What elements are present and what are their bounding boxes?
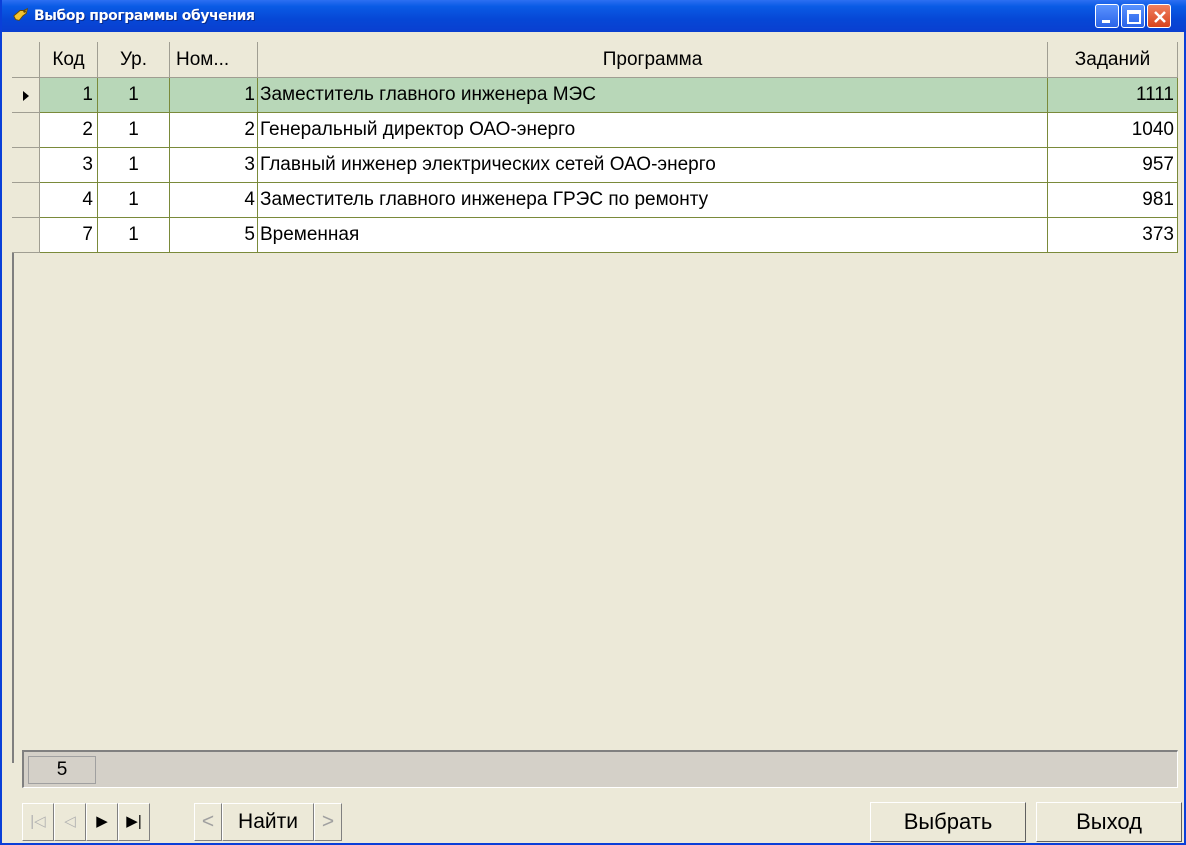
last-record-button[interactable]: ▶| (118, 803, 150, 841)
find-prev-icon: < (201, 810, 215, 833)
cell-program[interactable]: Генеральный директор ОАО-энерго (258, 113, 1048, 148)
cell-kod[interactable]: 3 (40, 148, 98, 183)
cell-number[interactable]: 2 (170, 113, 258, 148)
cell-number[interactable]: 5 (170, 218, 258, 253)
column-header-kod[interactable]: Код (40, 42, 98, 78)
column-header-program[interactable]: Программа (258, 42, 1048, 78)
grid-header: Код Ур. Ном... Программа Заданий (12, 42, 1178, 78)
find-next-button[interactable]: > (314, 803, 342, 841)
prev-record-button[interactable]: ◁ (54, 803, 86, 841)
row-indicator (12, 218, 40, 253)
close-icon (1154, 11, 1166, 23)
prev-record-icon: ◁ (64, 813, 76, 830)
cell-kod[interactable]: 2 (40, 113, 98, 148)
exit-label: Выход (1076, 809, 1142, 834)
cell-number[interactable]: 3 (170, 148, 258, 183)
cell-program[interactable]: Главный инженер электрических сетей ОАО-… (258, 148, 1048, 183)
first-record-icon: |◁ (30, 813, 46, 830)
cell-level[interactable]: 1 (98, 218, 170, 253)
exit-button[interactable]: Выход (1036, 802, 1182, 842)
cell-level[interactable]: 1 (98, 78, 170, 113)
cell-kod[interactable]: 1 (40, 78, 98, 113)
cell-kod[interactable]: 7 (40, 218, 98, 253)
cell-program[interactable]: Заместитель главного инженера ГРЭС по ре… (258, 183, 1048, 218)
close-button[interactable] (1147, 4, 1171, 28)
main-window: Выбор программы обучения Код Ур. Ном... … (0, 0, 1186, 845)
cell-tasks[interactable]: 1111 (1048, 78, 1178, 113)
record-count: 5 (28, 756, 96, 784)
minimize-button[interactable] (1095, 4, 1119, 28)
cell-tasks[interactable]: 1040 (1048, 113, 1178, 148)
cell-level[interactable]: 1 (98, 148, 170, 183)
table-row[interactable]: 3 1 3 Главный инженер электрических сете… (12, 148, 1178, 183)
cell-level[interactable]: 1 (98, 183, 170, 218)
next-record-button[interactable]: ▶ (86, 803, 118, 841)
current-row-arrow-icon (23, 91, 29, 101)
maximize-icon (1127, 10, 1141, 24)
cell-program[interactable]: Заместитель главного инженера МЭС (258, 78, 1048, 113)
table-row[interactable]: 2 1 2 Генеральный директор ОАО-энерго 10… (12, 113, 1178, 148)
column-header-tasks[interactable]: Заданий (1048, 42, 1178, 78)
find-button[interactable]: Найти (222, 803, 314, 841)
row-indicator (12, 78, 40, 113)
cell-level[interactable]: 1 (98, 113, 170, 148)
column-header-level[interactable]: Ур. (98, 42, 170, 78)
select-label: Выбрать (903, 809, 993, 834)
column-header-number[interactable]: Ном... (170, 42, 258, 78)
cell-number[interactable]: 1 (170, 78, 258, 113)
next-record-icon: ▶ (96, 813, 108, 830)
table-row[interactable]: 4 1 4 Заместитель главного инженера ГРЭС… (12, 183, 1178, 218)
first-record-button[interactable]: |◁ (22, 803, 54, 841)
select-button[interactable]: Выбрать (870, 802, 1026, 842)
cell-program[interactable]: Временная (258, 218, 1048, 253)
cell-number[interactable]: 4 (170, 183, 258, 218)
row-indicator (12, 113, 40, 148)
grid-footer (22, 750, 1178, 788)
table-row[interactable]: 7 1 5 Временная 373 (12, 218, 1178, 253)
find-prev-button[interactable]: < (194, 803, 222, 841)
cell-kod[interactable]: 4 (40, 183, 98, 218)
find-label: Найти (238, 810, 298, 833)
title-bar[interactable]: Выбор программы обучения (2, 0, 1186, 32)
cell-tasks[interactable]: 373 (1048, 218, 1178, 253)
find-next-icon: > (321, 810, 335, 833)
last-record-icon: ▶| (126, 813, 142, 830)
cell-tasks[interactable]: 957 (1048, 148, 1178, 183)
table-row[interactable]: 1 1 1 Заместитель главного инженера МЭС … (12, 78, 1178, 113)
header-indicator (12, 42, 40, 78)
minimize-icon (1102, 20, 1110, 23)
window-title: Выбор программы обучения (34, 8, 255, 24)
app-icon (13, 7, 28, 21)
row-indicator (12, 183, 40, 218)
cell-tasks[interactable]: 981 (1048, 183, 1178, 218)
row-indicator (12, 148, 40, 183)
maximize-button[interactable] (1121, 4, 1145, 28)
